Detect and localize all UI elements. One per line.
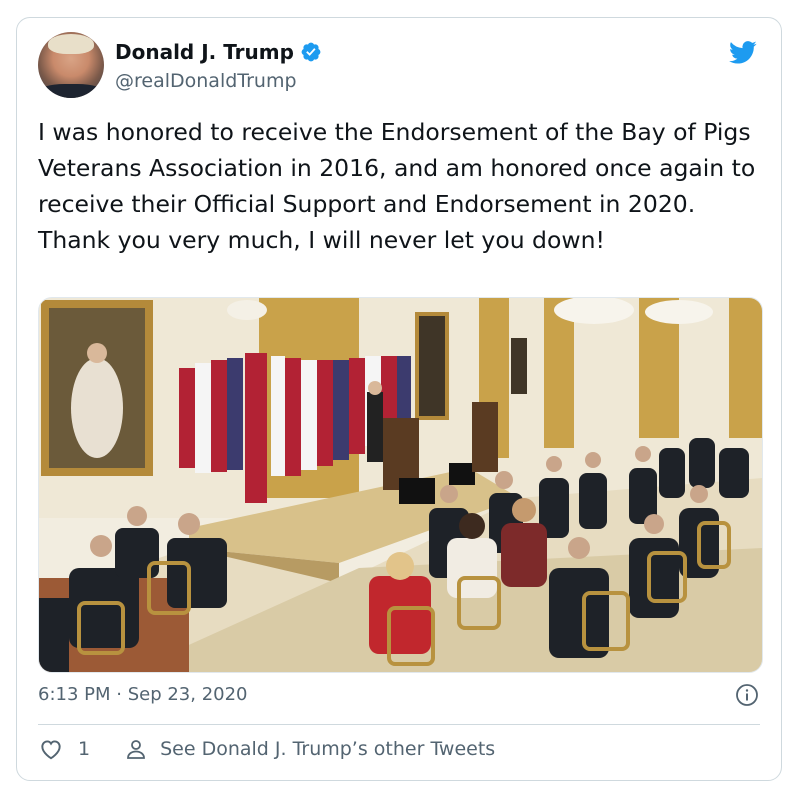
like-count[interactable]: 1 <box>78 738 90 760</box>
tweet-actions: 1 See Donald J. Trump’s other Tweets <box>38 736 495 762</box>
heart-icon[interactable] <box>38 736 64 762</box>
divider <box>38 724 760 725</box>
tweet-timestamp[interactable]: 6:13 PM · Sep 23, 2020 <box>38 684 248 705</box>
see-other-tweets-link[interactable]: See Donald J. Trump’s other Tweets <box>160 738 495 760</box>
tweet-card: Donald J. Trump @realDonaldTrump I was h… <box>16 17 782 781</box>
avatar[interactable] <box>38 32 104 98</box>
display-name[interactable]: Donald J. Trump <box>115 40 294 64</box>
event-photo <box>39 298 762 672</box>
author-name-row: Donald J. Trump <box>115 40 322 64</box>
person-icon <box>127 740 145 759</box>
tweet-photo[interactable] <box>38 297 763 673</box>
tweet-text: I was honored to receive the Endorsement… <box>38 118 756 254</box>
info-icon[interactable] <box>735 683 759 707</box>
twitter-bird-icon[interactable] <box>727 38 759 66</box>
author-handle[interactable]: @realDonaldTrump <box>115 70 297 92</box>
verified-badge-icon <box>301 42 321 62</box>
